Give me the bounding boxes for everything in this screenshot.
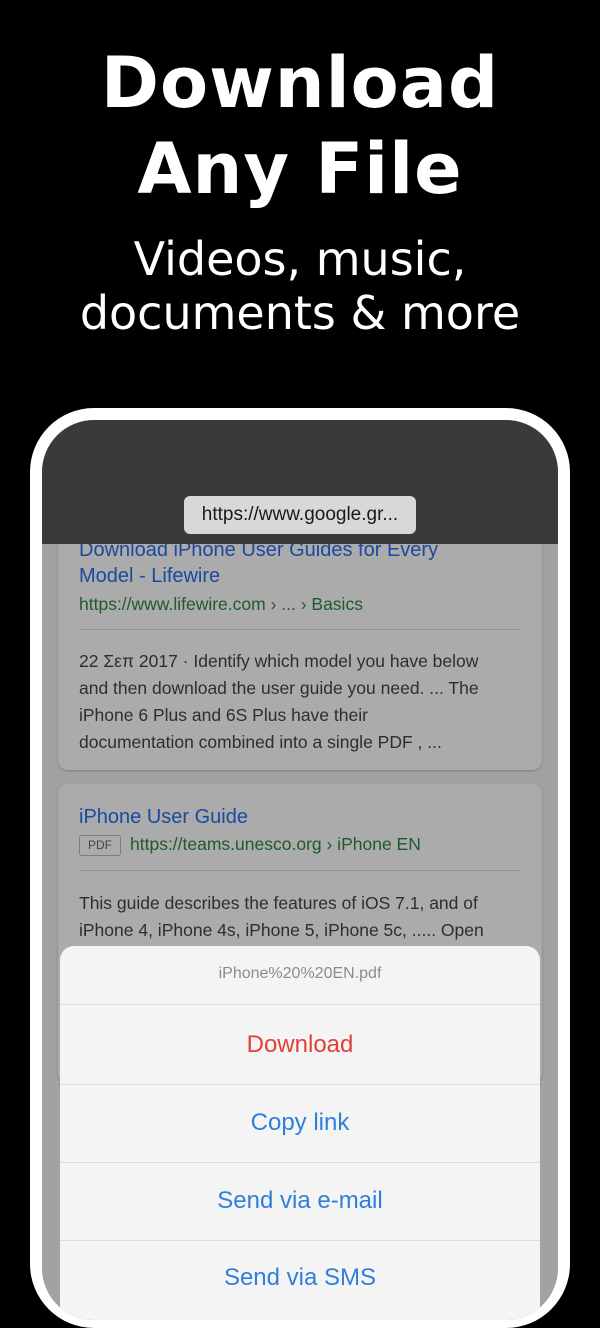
action-sheet-title: iPhone%20%20EN.pdf xyxy=(218,965,382,982)
snippet-line: 22 Σεπ 2017 · Identify which model you h… xyxy=(79,651,479,671)
result-divider xyxy=(79,870,521,871)
result-breadcrumb[interactable]: https://www.lifewire.com › ... › Basics xyxy=(79,592,363,616)
result-snippet: This guide describes the features of iOS… xyxy=(79,890,529,944)
subheadline: Videos, music, documents & more xyxy=(0,232,600,340)
headline-line-2: Any File xyxy=(137,128,463,210)
action-sheet: iPhone%20%20EN.pdf Download Copy link Se… xyxy=(60,946,540,1320)
result-snippet: 22 Σεπ 2017 · Identify which model you h… xyxy=(79,648,529,756)
result-title[interactable]: iPhone User Guide xyxy=(79,804,248,830)
snippet-line: iPhone 6 Plus and 6S Plus have their xyxy=(79,705,368,725)
send-sms-button[interactable]: Send via SMS xyxy=(60,1239,540,1317)
headline-line-1: Download xyxy=(100,42,500,124)
url-bar[interactable]: https://www.google.gr... xyxy=(184,496,416,534)
pdf-badge: PDF xyxy=(79,835,121,856)
headline: Download Any File xyxy=(0,40,600,212)
subheadline-line-2: documents & more xyxy=(79,286,521,340)
phone-screen: https://www.google.gr... Download iPhone… xyxy=(42,420,558,1320)
browser-toolbar: https://www.google.gr... xyxy=(42,420,558,544)
action-sheet-divider xyxy=(60,1004,540,1005)
snippet-line: iPhone 4, iPhone 4s, iPhone 5, iPhone 5c… xyxy=(79,920,484,940)
send-email-button[interactable]: Send via e-mail xyxy=(60,1162,540,1240)
snippet-line: and then download the user guide you nee… xyxy=(79,678,479,698)
download-button[interactable]: Download xyxy=(60,1006,540,1084)
result-breadcrumb[interactable]: https://teams.unesco.org › iPhone EN xyxy=(130,832,421,856)
copy-link-button[interactable]: Copy link xyxy=(60,1084,540,1162)
result-divider xyxy=(79,629,521,630)
result-title-line-2[interactable]: Model - Lifewire xyxy=(79,563,220,589)
subheadline-line-1: Videos, music, xyxy=(133,232,467,286)
snippet-line: This guide describes the features of iOS… xyxy=(79,893,478,913)
snippet-line: documentation combined into a single PDF… xyxy=(79,732,442,752)
